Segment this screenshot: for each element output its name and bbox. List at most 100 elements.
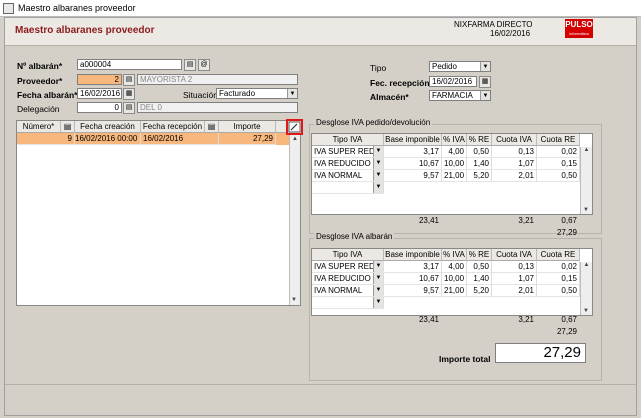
cell-re: 1,40 (467, 273, 492, 285)
cell-fecha-creacion: 16/02/2016 00:00 (75, 133, 141, 145)
iva-albaran-table: Tipo IVA Base imponible % IVA % RE Cuota… (311, 248, 593, 316)
chevron-down-icon: ▼ (480, 62, 490, 71)
cell-iva: 4,00 (442, 146, 467, 158)
lines-scrollbar[interactable]: ▲ ▼ (289, 134, 300, 305)
tipo-iva-select[interactable]: IVA NORMAL ▼ (312, 170, 384, 182)
at-icon[interactable]: @ (198, 59, 210, 71)
total-base: 23,41 (418, 315, 439, 324)
scroll-down-icon[interactable]: ▼ (583, 308, 589, 314)
tipo-select[interactable]: Pedido ▼ (429, 61, 491, 72)
calendar-icon[interactable]: ▦ (123, 88, 135, 100)
cell-re: 5,20 (467, 285, 492, 297)
table-row[interactable]: IVA REDUCIDO ▼ 10,67 10,00 1,40 1,07 0,15 (312, 273, 592, 285)
cell-cuota-re: 0,15 (537, 158, 580, 170)
proveedor-lookup-icon[interactable]: ▤ (123, 74, 135, 86)
table-row[interactable]: IVA SUPER REDU ▼ 3,17 4,00 0,50 0,13 0,02 (312, 261, 592, 273)
fec-recepcion-input[interactable]: 16/02/2016 (429, 76, 477, 87)
col-cuota-iva: Cuota IVA (492, 249, 537, 261)
cell-cuota-iva: 0,13 (492, 261, 537, 273)
page-title: Maestro albaranes proveedor (15, 25, 155, 36)
header-date: 16/02/2016 (490, 29, 531, 38)
col-base: Base imponible (384, 249, 442, 261)
iva-pedido-scrollbar[interactable]: ▲ ▼ (580, 147, 592, 214)
cell-cuota-re: 0,02 (537, 146, 580, 158)
tipo-iva-select[interactable]: ▼ (312, 182, 384, 194)
proveedor-label: Proveedor* (17, 76, 63, 86)
col-tipo-iva: Tipo IVA (312, 134, 384, 146)
situacion-select[interactable]: Facturado ▼ (216, 88, 298, 99)
num-albaran-input[interactable]: a000004 (77, 59, 182, 70)
cell-cuota-iva: 0,13 (492, 146, 537, 158)
tipo-iva-select[interactable]: ▼ (312, 297, 384, 309)
edit-icon[interactable] (286, 119, 303, 135)
tipo-iva-select[interactable]: IVA REDUCIDO ▼ (312, 158, 384, 170)
cell-re: 0,50 (467, 261, 492, 273)
delegacion-input[interactable]: 0 (77, 102, 122, 113)
col-re: % RE (467, 249, 492, 261)
col-tipo-iva: Tipo IVA (312, 249, 384, 261)
cell-cuota-iva: 1,07 (492, 158, 537, 170)
table-header: Número* ▤ Fecha creación Fecha recepción… (17, 121, 300, 133)
cell-base: 3,17 (384, 146, 442, 158)
delegacion-lookup-icon[interactable]: ▤ (123, 102, 135, 114)
col-fecha-recepcion[interactable]: Fecha recepción (141, 121, 205, 133)
scroll-down-icon[interactable]: ▼ (291, 297, 297, 303)
scroll-up-icon[interactable]: ▲ (581, 147, 592, 153)
col-base: Base imponible (384, 134, 442, 146)
cell-iva: 4,00 (442, 261, 467, 273)
table-row[interactable]: IVA REDUCIDO ▼ 10,67 10,00 1,40 1,07 0,15 (312, 158, 592, 170)
col-cuota-re: Cuota RE (537, 134, 580, 146)
tipo-iva-select[interactable]: IVA SUPER REDU ▼ (312, 261, 384, 273)
table-row[interactable]: IVA NORMAL ▼ 9,57 21,00 5,20 2,01 0,50 (312, 285, 592, 297)
iva-albaran-scrollbar[interactable]: ▲ ▼ (580, 262, 592, 315)
importe-total-label: Importe total (439, 354, 491, 364)
cell-base: 3,17 (384, 261, 442, 273)
cell-numero: 9 (17, 133, 75, 145)
almacen-select[interactable]: FARMACIA ▼ (429, 90, 491, 101)
scroll-down-icon[interactable]: ▼ (583, 207, 589, 213)
table-row-empty[interactable]: ▼ (312, 182, 592, 194)
col-numero-lookup-icon[interactable]: ▤ (61, 121, 75, 133)
scroll-up-icon[interactable]: ▲ (581, 262, 592, 268)
col-fecha-creacion[interactable]: Fecha creación (75, 121, 141, 133)
lines-table: Número* ▤ Fecha creación Fecha recepción… (16, 120, 301, 306)
col-numero[interactable]: Número* (17, 121, 61, 133)
col-fecha-lookup-icon[interactable]: ▤ (205, 121, 219, 133)
delegacion-name: DEL 0 (137, 102, 298, 113)
fecha-albaran-input[interactable]: 16/02/2016 (77, 88, 122, 99)
footer-bar (5, 384, 636, 415)
cell-fecha-recepcion: 16/02/2016 (141, 133, 219, 145)
cell-iva: 10,00 (442, 273, 467, 285)
col-iva: % IVA (442, 134, 467, 146)
tipo-iva-select[interactable]: IVA REDUCIDO ▼ (312, 273, 384, 285)
total-cuota-iva: 3,21 (518, 216, 534, 225)
lookup-icon[interactable]: ▤ (184, 59, 196, 71)
importe-total-value: 27,29 (495, 343, 586, 363)
table-row-empty[interactable]: ▼ (312, 297, 592, 309)
iva-albaran-title: Desglose IVA albarán (314, 232, 395, 241)
header-bar: Maestro albaranes proveedor NIXFARMA DIR… (5, 18, 636, 46)
tipo-iva-select[interactable]: IVA NORMAL ▼ (312, 285, 384, 297)
total-cuota-re: 0,67 (561, 216, 577, 225)
delegacion-label: Delegación (17, 104, 60, 114)
proveedor-name: MAYORISTA 2 (137, 74, 298, 85)
cell-cuota-iva: 2,01 (492, 285, 537, 297)
cell-cuota-re: 0,02 (537, 261, 580, 273)
scroll-up-icon[interactable]: ▲ (290, 136, 300, 142)
col-iva: % IVA (442, 249, 467, 261)
situacion-label: Situación (183, 90, 218, 100)
col-importe[interactable]: Importe (219, 121, 276, 133)
tipo-iva-select[interactable]: IVA SUPER REDU ▼ (312, 146, 384, 158)
table-row[interactable]: IVA NORMAL ▼ 9,57 21,00 5,20 2,01 0,50 (312, 170, 592, 182)
table-row[interactable]: IVA SUPER REDU ▼ 3,17 4,00 0,50 0,13 0,02 (312, 146, 592, 158)
cell-re: 5,20 (467, 170, 492, 182)
fecha-albaran-label: Fecha albarán* (17, 90, 78, 100)
cell-iva: 10,00 (442, 158, 467, 170)
pulso-logo: PULSO informática (565, 19, 593, 38)
col-cuota-re: Cuota RE (537, 249, 580, 261)
main-window: Maestro albaranes proveedor NIXFARMA DIR… (4, 17, 637, 416)
table-row[interactable]: 9 16/02/2016 00:00 16/02/2016 27,29 (17, 133, 300, 145)
proveedor-input[interactable]: 2 (77, 74, 122, 85)
calendar-icon[interactable]: ▦ (479, 76, 491, 88)
cell-iva: 21,00 (442, 170, 467, 182)
